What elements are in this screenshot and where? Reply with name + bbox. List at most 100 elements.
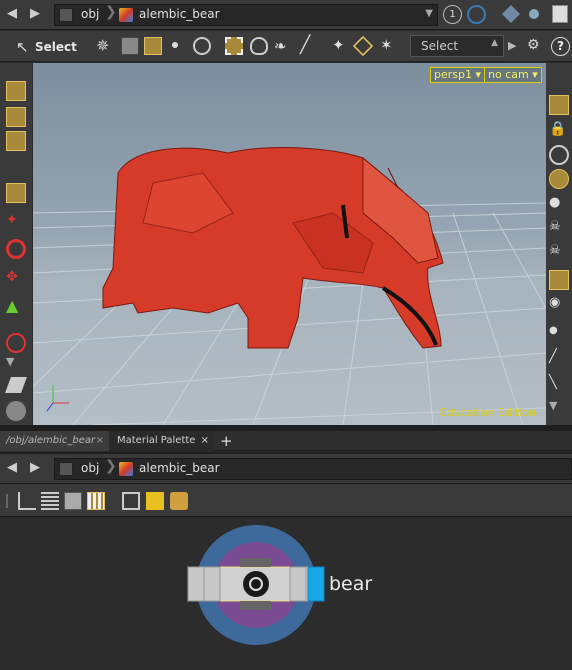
node-icon [243, 571, 269, 597]
network-toolbar [0, 484, 572, 517]
visibility-icon[interactable]: ◉ [549, 295, 569, 315]
display-option-icon[interactable] [529, 9, 539, 19]
primitive-select-icon[interactable] [144, 37, 162, 55]
tab-network-path[interactable]: /obj/alembic_bear × [0, 431, 109, 451]
transform-tool-icon[interactable]: ▲ [6, 296, 26, 316]
node-lock-flag [203, 566, 221, 602]
shelf-expand-icon[interactable]: ▼ [6, 355, 26, 375]
rotate-tool-icon[interactable] [6, 239, 26, 259]
play-icon[interactable]: ▶ [508, 39, 516, 52]
point-select-icon[interactable] [172, 42, 178, 48]
normals-icon[interactable]: ╱ [549, 349, 569, 369]
skull-alt-icon[interactable]: ☠ [549, 243, 569, 263]
grid-view-icon[interactable] [87, 492, 105, 510]
add-tab-icon[interactable]: + [220, 431, 233, 451]
viewer-toolbar: ↖ Select ✵ ❧ ╱ ✦ ✶ Select ▲ ▶ ⚙ ? [0, 31, 572, 62]
display-options-icon[interactable] [549, 95, 569, 115]
forward-arrow-icon[interactable]: ▶ [28, 7, 42, 21]
edition-watermark: Education Edition [439, 406, 536, 419]
tab-close-icon[interactable]: × [201, 431, 209, 451]
tab-network-path-label: /obj/alembic_bear [6, 435, 96, 446]
path-root[interactable]: obj [81, 7, 99, 21]
right-display-shelf: 🔒 ● ☠ ☠ ◉ ● ╱ ╲ ▼ [546, 63, 572, 425]
parameters-icon[interactable] [122, 492, 140, 510]
network-geometry-node-icon [119, 462, 133, 476]
scale-tool-icon[interactable]: ✥ [6, 269, 26, 289]
tab-close-icon[interactable]: × [96, 431, 104, 451]
handle-tool-icon[interactable] [6, 81, 26, 101]
pose-tool-icon[interactable] [6, 107, 26, 127]
path-separator-icon: ❯ [105, 4, 117, 20]
node-display-flag [307, 566, 325, 602]
tree-view-icon[interactable] [18, 492, 36, 510]
details-view-icon[interactable] [64, 492, 82, 510]
vectors-icon[interactable]: ╲ [549, 375, 569, 395]
paint-select-icon[interactable]: ❧ [274, 37, 287, 55]
settings-icon[interactable]: ⚙ [527, 37, 540, 53]
component-point-icon[interactable]: ✵ [96, 37, 114, 55]
background-icon[interactable] [549, 145, 569, 165]
path-field[interactable]: obj ❯ alembic_bear ▼ [54, 4, 438, 26]
camera-menu-value: no cam [488, 68, 529, 81]
camera-menu-dropdown[interactable]: no cam ▾ [484, 67, 542, 83]
light-icon[interactable]: ● [549, 195, 569, 215]
laser-select-icon[interactable]: ╱ [300, 35, 310, 55]
path-dropdown-icon[interactable]: ▼ [425, 8, 433, 19]
node-bypass-flag [187, 566, 205, 602]
pane-link-badge[interactable]: 1 [443, 5, 462, 24]
view-tool-icon[interactable] [6, 131, 26, 151]
network-graph-svg [187, 525, 325, 645]
sticky-note-icon[interactable] [146, 492, 164, 510]
select-tool-label[interactable]: Select [35, 40, 77, 54]
viewport-scene-svg [33, 147, 546, 425]
skull-icon[interactable]: ☠ [549, 219, 569, 239]
node-template-flag [289, 566, 307, 602]
ghost-display-icon[interactable] [549, 169, 569, 189]
list-view-icon[interactable] [41, 492, 59, 510]
camera-icon[interactable] [6, 401, 26, 421]
object-select-icon[interactable] [121, 37, 139, 55]
path-node[interactable]: alembic_bear [139, 7, 220, 21]
select-connected-icon[interactable]: ✶ [380, 36, 393, 54]
snap-tool-icon[interactable] [6, 333, 26, 353]
node-input-connector [240, 558, 271, 567]
box-select-icon[interactable] [225, 37, 243, 55]
view-menu-dropdown[interactable]: persp1 ▾ [430, 67, 486, 83]
network-box-icon[interactable] [170, 492, 188, 510]
render-region-icon[interactable] [5, 377, 27, 393]
network-path-node[interactable]: alembic_bear [139, 461, 220, 475]
network-obj-icon [59, 462, 73, 476]
select-mode-arrow-icon[interactable] [6, 183, 26, 203]
left-tool-shelf: ✦ ✥ ▲ ▼ [0, 63, 32, 425]
network-path-field[interactable]: obj ❯ alembic_bear [54, 458, 572, 480]
node-output-connector [240, 601, 271, 610]
template-icon[interactable] [549, 270, 569, 290]
move-tool-icon[interactable]: ✦ [6, 212, 26, 232]
node-label[interactable]: bear [329, 573, 372, 595]
selection-mode-dropdown[interactable]: Select ▲ [410, 35, 504, 57]
select-groups-icon[interactable] [352, 35, 374, 57]
network-canvas[interactable]: bear [0, 518, 572, 670]
toolbar-grip [6, 494, 8, 508]
scene-viewport[interactable]: persp1 ▾ no cam ▾ Education Edition [33, 63, 546, 425]
selection-mode-value: Select [421, 39, 459, 53]
help-icon[interactable]: ? [551, 37, 570, 56]
shelf-collapse-icon[interactable]: ▼ [549, 399, 569, 419]
edge-select-icon[interactable] [193, 37, 211, 55]
network-back-arrow-icon[interactable]: ◀ [5, 461, 19, 475]
maximize-pane-icon[interactable] [552, 5, 568, 23]
cube-view-icon[interactable] [501, 4, 521, 24]
pin-icon[interactable] [467, 5, 486, 24]
bear-model [102, 147, 444, 349]
point-display-icon[interactable]: ● [549, 325, 569, 345]
lock-icon[interactable]: 🔒 [549, 121, 569, 141]
select-visible-icon[interactable]: ✦ [332, 36, 345, 54]
network-path-root[interactable]: obj [81, 461, 99, 475]
geometry-node-icon [119, 8, 133, 22]
lasso-select-icon[interactable] [250, 37, 268, 55]
back-arrow-icon[interactable]: ◀ [5, 7, 19, 21]
network-forward-arrow-icon[interactable]: ▶ [28, 461, 42, 475]
select-arrow-icon[interactable]: ↖ [16, 38, 29, 56]
tab-material-palette-label: Material Palette [117, 435, 196, 446]
tab-material-palette[interactable]: Material Palette × [111, 431, 214, 451]
